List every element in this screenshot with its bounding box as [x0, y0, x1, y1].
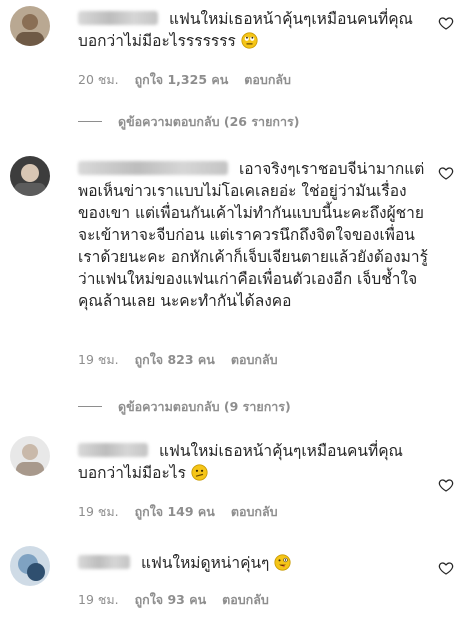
reply-button[interactable]: ตอบกลับ	[231, 504, 278, 519]
comment-meta: 19 ชม. ถูกใจ 823 คน ตอบกลับ	[78, 350, 290, 370]
comment-meta: 19 ชม. ถูกใจ 149 คน ตอบกลับ	[78, 502, 290, 522]
comment-item: แฟนใหม่ดูหน่าคุ่นๆ 19 ชม. ถูกใจ 93 คน ตอ…	[0, 540, 476, 618]
view-replies-label: ดูข้อความตอบกลับ (9 รายการ)	[118, 399, 291, 414]
comment-meta: 20 ชม. ถูกใจ 1,325 คน ตอบกลับ	[78, 70, 303, 90]
confused-face-emoji	[191, 464, 208, 481]
avatar[interactable]	[10, 436, 50, 476]
reply-button[interactable]: ตอบกลับ	[231, 352, 278, 367]
like-count[interactable]: ถูกใจ 149 คน	[135, 504, 215, 519]
username[interactable]	[78, 443, 148, 457]
comment-time: 19 ชม.	[78, 504, 119, 519]
view-replies-line	[78, 406, 102, 407]
heart-outline-icon[interactable]	[438, 165, 454, 181]
heart-outline-icon[interactable]	[438, 15, 454, 31]
heart-outline-icon[interactable]	[438, 560, 454, 576]
comment-text: เอาจริงๆเราชอบจีน่ามากแต่พอเห็นข่าวเราแบ…	[78, 158, 430, 312]
like-count[interactable]: ถูกใจ 1,325 คน	[135, 72, 229, 87]
view-replies-button[interactable]: ดูข้อความตอบกลับ (9 รายการ)	[78, 397, 291, 417]
avatar[interactable]	[10, 6, 50, 46]
view-replies-line	[78, 121, 102, 122]
comment-time: 20 ชม.	[78, 72, 119, 87]
heart-outline-icon[interactable]	[438, 477, 454, 493]
comment-meta: 19 ชม. ถูกใจ 93 คน ตอบกลับ	[78, 590, 281, 610]
view-replies-label: ดูข้อความตอบกลับ (26 รายการ)	[118, 114, 300, 129]
comment-body: แฟนใหม่ดูหน่าคุ่นๆ	[140, 554, 270, 572]
username[interactable]	[78, 555, 130, 569]
zany-face-emoji	[274, 554, 291, 571]
username[interactable]	[78, 11, 158, 25]
comment-text: แฟนใหม่เธอหน้าคุ้นๆเหมือนคนที่คุณบอกว่าไ…	[78, 440, 430, 484]
reply-button[interactable]: ตอบกลับ	[222, 592, 269, 607]
avatar[interactable]	[10, 546, 50, 586]
comment-body: เอาจริงๆเราชอบจีน่ามากแต่พอเห็นข่าวเราแบ…	[78, 160, 428, 310]
like-count[interactable]: ถูกใจ 93 คน	[135, 592, 207, 607]
comment-text: แฟนใหม่เธอหน้าคุ้นๆเหมือนคนที่คุณบอกว่าไ…	[78, 8, 430, 52]
username[interactable]	[78, 161, 228, 175]
reply-button[interactable]: ตอบกลับ	[244, 72, 291, 87]
rolling-eyes-emoji	[241, 32, 258, 49]
comment-item: แฟนใหม่เธอหน้าคุ้นๆเหมือนคนที่คุณบอกว่าไ…	[0, 0, 476, 129]
comment-time: 19 ชม.	[78, 592, 119, 607]
comment-text: แฟนใหม่ดูหน่าคุ่นๆ	[78, 552, 430, 574]
like-count[interactable]: ถูกใจ 823 คน	[135, 352, 215, 367]
avatar[interactable]	[10, 156, 50, 196]
view-replies-button[interactable]: ดูข้อความตอบกลับ (26 รายการ)	[78, 112, 299, 132]
comment-time: 19 ชม.	[78, 352, 119, 367]
comment-item: เอาจริงๆเราชอบจีน่ามากแต่พอเห็นข่าวเราแบ…	[0, 150, 476, 414]
comment-item: แฟนใหม่เธอหน้าคุ้นๆเหมือนคนที่คุณบอกว่าไ…	[0, 432, 476, 522]
